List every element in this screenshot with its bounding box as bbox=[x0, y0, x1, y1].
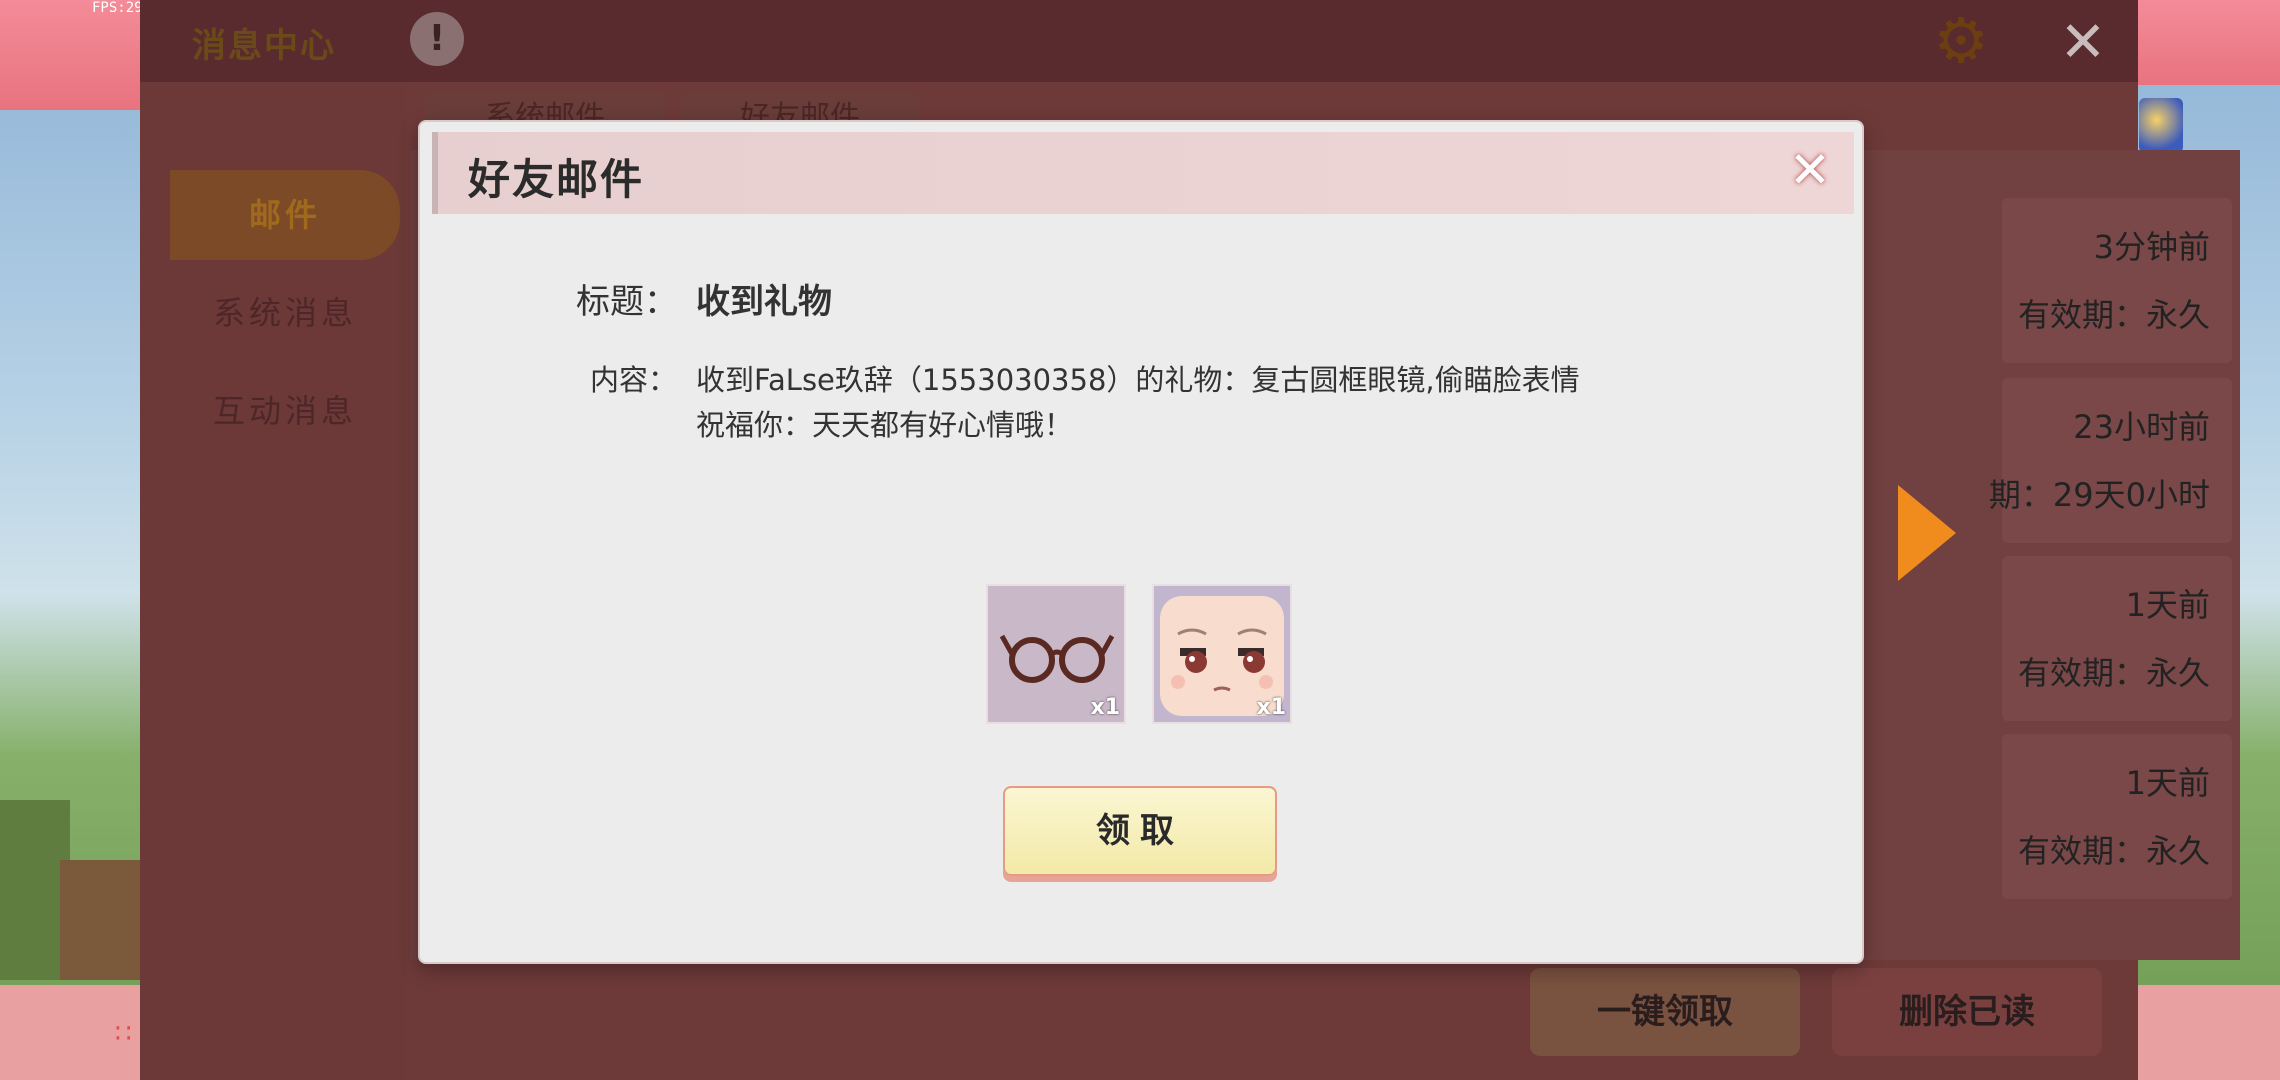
dialog-title: 好友邮件 bbox=[468, 155, 645, 204]
mail-list-item[interactable]: 1天前 有效期：永久 bbox=[2002, 556, 2232, 721]
content-text-line: 祝福你：天天都有好心情哦！ bbox=[696, 408, 1074, 442]
close-icon[interactable]: ✕ bbox=[1784, 144, 1836, 196]
message-center-header: 消息中心 ! ⚙ ✕ bbox=[140, 0, 2138, 82]
info-icon[interactable]: ! bbox=[410, 12, 464, 66]
message-center-sidebar: 邮件 系统消息 互动消息 bbox=[140, 82, 405, 1080]
mail-validity: 有效期：永久 bbox=[2017, 832, 2210, 870]
friend-mail-dialog: 好友邮件 ✕ 标题： 收到礼物 内容： 收到FaLse玖辞（1553030358… bbox=[418, 120, 1864, 964]
mail-time: 23小时前 bbox=[2073, 408, 2210, 446]
gear-icon[interactable]: ⚙ bbox=[1928, 8, 1994, 74]
subject-value: 收到礼物 bbox=[696, 282, 832, 322]
message-center-title: 消息中心 bbox=[192, 26, 336, 66]
mail-list-item[interactable]: 3分钟前 有效期：永久 bbox=[2002, 198, 2232, 363]
gift-quantity: x1 bbox=[1256, 695, 1287, 720]
gift-quantity: x1 bbox=[1090, 695, 1121, 720]
mail-time: 1天前 bbox=[2125, 764, 2210, 802]
content-label: 内容： bbox=[590, 363, 678, 397]
gift-item-peek-face[interactable]: x1 bbox=[1152, 584, 1292, 724]
wifi-icon: ∷ bbox=[115, 1019, 132, 1049]
mail-validity: 有效期：永久 bbox=[2017, 654, 2210, 692]
content-text-line: 收到FaLse玖辞（1553030358）的礼物：复古圆框眼镜,偷瞄脸表情 bbox=[696, 363, 1580, 397]
claim-button[interactable]: 领取 bbox=[1003, 786, 1277, 876]
close-icon[interactable]: ✕ bbox=[2052, 12, 2114, 74]
sidebar-item-interaction-messages[interactable]: 互动消息 bbox=[170, 366, 400, 456]
sidebar-item-system-messages[interactable]: 系统消息 bbox=[170, 268, 400, 358]
subject-label: 标题： bbox=[576, 282, 678, 322]
claim-all-button[interactable]: 一键领取 bbox=[1530, 968, 1800, 1056]
sidebar-item-mail[interactable]: 邮件 bbox=[170, 170, 400, 260]
mail-list-item[interactable]: 1天前 有效期：永久 bbox=[2002, 734, 2232, 899]
dialog-header: 好友邮件 ✕ bbox=[432, 132, 1854, 214]
mail-validity: 有效期：永久 bbox=[2017, 296, 2210, 334]
top-left-hud-panel bbox=[0, 0, 145, 110]
fruit-icon bbox=[2139, 98, 2183, 153]
dirt-block bbox=[60, 860, 150, 980]
mail-list-item[interactable]: 23小时前 期：29天0小时 bbox=[1989, 378, 2232, 543]
gift-item-glasses[interactable]: x1 bbox=[986, 584, 1126, 724]
mail-time: 1天前 bbox=[2125, 586, 2210, 624]
mail-validity: 期：29天0小时 bbox=[1988, 476, 2210, 514]
next-arrow-icon[interactable] bbox=[1898, 485, 1956, 581]
mail-time: 3分钟前 bbox=[2093, 228, 2210, 266]
delete-read-button[interactable]: 删除已读 bbox=[1832, 968, 2102, 1056]
